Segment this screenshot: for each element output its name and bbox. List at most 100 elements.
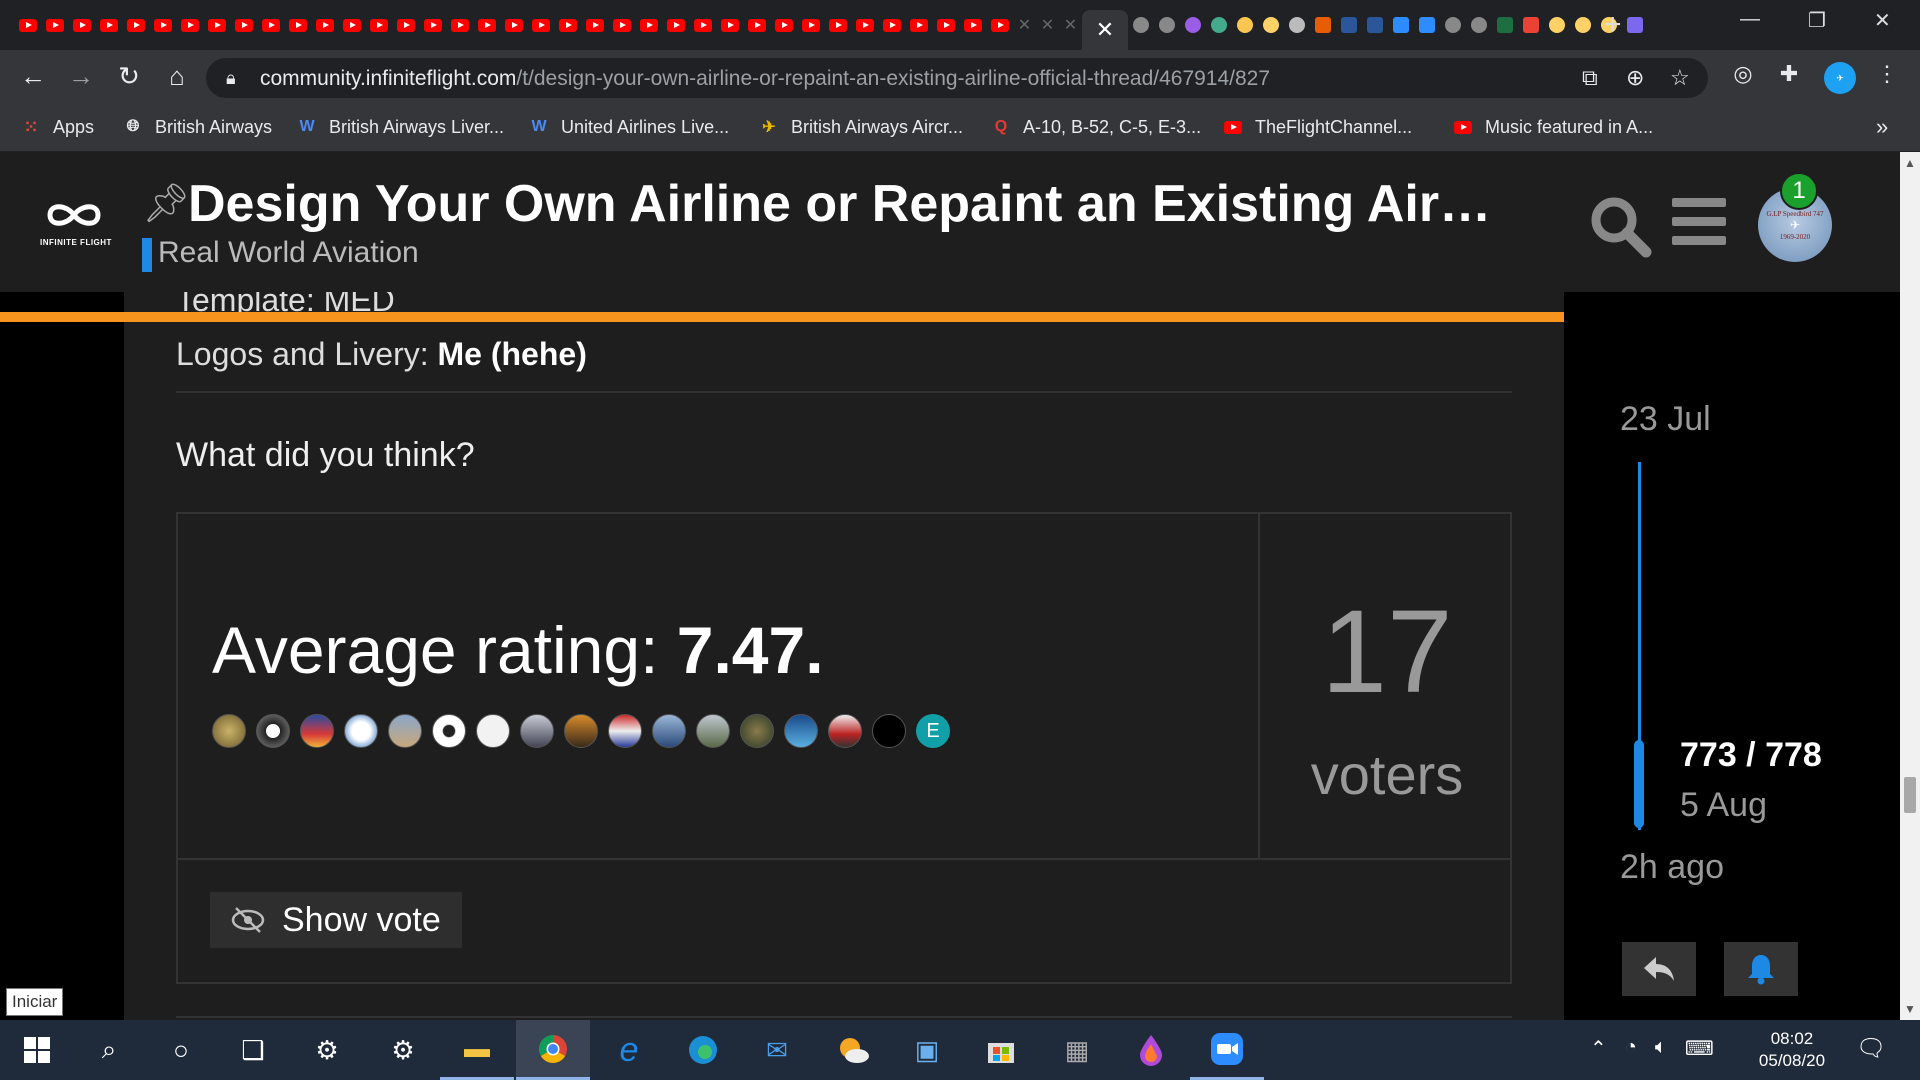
puzzle-extensions-icon[interactable]: ✚ [1772, 61, 1806, 87]
tab-youtube[interactable] [824, 10, 851, 40]
infinite-flight-logo-icon[interactable] [42, 200, 106, 235]
timeline-start-date[interactable]: 23 Jul [1620, 400, 1711, 439]
tab-youtube[interactable] [527, 10, 554, 40]
tab-youtube[interactable] [122, 10, 149, 40]
minimize-icon[interactable]: — [1740, 8, 1760, 31]
voter-avatar-letter[interactable]: E [916, 714, 950, 748]
tab-app[interactable] [1310, 10, 1336, 40]
new-tab-button[interactable]: + [1604, 8, 1622, 42]
notification-badge[interactable]: 1 [1780, 172, 1818, 210]
tab-youtube[interactable] [95, 10, 122, 40]
tab-app[interactable] [1544, 10, 1570, 40]
tab-youtube[interactable] [662, 10, 689, 40]
task-view-icon[interactable]: ❑ [216, 1020, 290, 1080]
bookmark-music[interactable]: Music featured in A... [1452, 116, 1653, 138]
cortana-icon[interactable]: ○ [144, 1020, 218, 1080]
notification-level-button[interactable] [1724, 942, 1798, 996]
search-icon[interactable]: ⌕ [72, 1020, 146, 1080]
search-icon[interactable] [1588, 194, 1652, 263]
tab-youtube[interactable] [41, 10, 68, 40]
tab-app[interactable] [1154, 10, 1180, 40]
settings-gear-icon[interactable]: ⚙ [290, 1020, 364, 1080]
chrome-menu-icon[interactable]: ⋮ [1870, 61, 1904, 87]
mail-icon[interactable]: ✉ [740, 1020, 814, 1080]
tab-app[interactable] [1518, 10, 1544, 40]
tab-youtube[interactable] [473, 10, 500, 40]
timeline-end-label[interactable]: 2h ago [1620, 848, 1724, 887]
tab-app[interactable] [1232, 10, 1258, 40]
tab-app[interactable] [1414, 10, 1440, 40]
file-explorer-icon[interactable]: ▬ [440, 1020, 514, 1080]
tab-youtube[interactable] [68, 10, 95, 40]
tab-youtube[interactable] [743, 10, 770, 40]
close-tab-icon[interactable]: ✕ [1096, 17, 1114, 43]
open-in-app-icon[interactable]: ⧉ [1582, 65, 1598, 91]
zoom-app-icon[interactable] [1190, 1020, 1264, 1080]
bookmark-flightchannel[interactable]: TheFlightChannel... [1222, 116, 1412, 138]
reload-icon[interactable]: ↻ [112, 61, 146, 92]
close-window-icon[interactable]: ✕ [1874, 8, 1891, 33]
tab-app[interactable] [1362, 10, 1388, 40]
tab-youtube[interactable] [851, 10, 878, 40]
voter-avatar[interactable] [520, 714, 554, 748]
tab-youtube[interactable] [149, 10, 176, 40]
tab-youtube[interactable] [932, 10, 959, 40]
tab-youtube[interactable] [392, 10, 419, 40]
voter-avatar[interactable] [784, 714, 818, 748]
profile-avatar[interactable]: ✈ [1824, 62, 1856, 94]
internet-explorer-icon[interactable]: e [592, 1020, 666, 1080]
tab-youtube[interactable] [716, 10, 743, 40]
tab-app[interactable] [1466, 10, 1492, 40]
voter-avatar[interactable] [432, 714, 466, 748]
voter-avatar[interactable] [388, 714, 422, 748]
tab-app[interactable] [1440, 10, 1466, 40]
tab-youtube[interactable] [230, 10, 257, 40]
chevron-up-icon[interactable]: ⌃ [1590, 1036, 1607, 1061]
scroll-down-icon[interactable]: ▼ [1904, 1002, 1916, 1016]
voter-avatar[interactable] [608, 714, 642, 748]
bookmark-ba-livery[interactable]: W British Airways Liver... [296, 116, 504, 138]
category-link[interactable]: Real World Aviation [158, 236, 419, 270]
tab-youtube[interactable] [554, 10, 581, 40]
scroll-up-icon[interactable]: ▲ [1904, 156, 1916, 170]
tab-youtube[interactable] [797, 10, 824, 40]
voter-avatar[interactable] [564, 714, 598, 748]
tab-youtube[interactable] [257, 10, 284, 40]
bookmarks-overflow-button[interactable]: » [1876, 114, 1888, 140]
bookmark-united-livery[interactable]: W United Airlines Live... [528, 116, 729, 138]
tab-youtube[interactable] [635, 10, 662, 40]
tab-youtube[interactable] [176, 10, 203, 40]
forward-icon[interactable]: → [64, 61, 98, 92]
voter-avatar[interactable] [256, 714, 290, 748]
tab-closing[interactable]: ✕ [1059, 10, 1082, 40]
photos-icon[interactable]: ▣ [890, 1020, 964, 1080]
taskbar-clock[interactable]: 08:02 05/08/20 [1746, 1028, 1838, 1072]
tab-youtube[interactable] [284, 10, 311, 40]
voter-avatar[interactable] [300, 714, 334, 748]
tab-youtube[interactable] [770, 10, 797, 40]
voter-avatar[interactable] [344, 714, 378, 748]
topic-title[interactable]: Design Your Own Airline or Repaint an Ex… [188, 174, 1491, 234]
tab-youtube[interactable] [689, 10, 716, 40]
calculator-icon[interactable]: ▦ [1040, 1020, 1114, 1080]
bookmark-star-icon[interactable]: ☆ [1670, 65, 1690, 91]
home-icon[interactable]: ⌂ [160, 61, 194, 92]
tab-app[interactable] [1180, 10, 1206, 40]
voter-avatar[interactable] [212, 714, 246, 748]
tab-youtube[interactable] [419, 10, 446, 40]
volume-icon[interactable]: 🔈︎ [1655, 1036, 1667, 1061]
tab-closing[interactable]: ✕ [1013, 10, 1036, 40]
tab-youtube[interactable] [986, 10, 1013, 40]
show-vote-button[interactable]: Show vote [210, 892, 462, 948]
voter-avatar[interactable] [696, 714, 730, 748]
tab-youtube[interactable] [14, 10, 41, 40]
voter-avatar[interactable] [828, 714, 862, 748]
voter-avatar[interactable] [872, 714, 906, 748]
bookmark-apps[interactable]: ⁙ Apps [20, 116, 94, 138]
restore-icon[interactable]: ❐ [1808, 8, 1826, 33]
tab-app[interactable] [1492, 10, 1518, 40]
tab-app[interactable] [1388, 10, 1414, 40]
tab-youtube[interactable] [581, 10, 608, 40]
tab-youtube[interactable] [878, 10, 905, 40]
tab-app[interactable] [1570, 10, 1596, 40]
